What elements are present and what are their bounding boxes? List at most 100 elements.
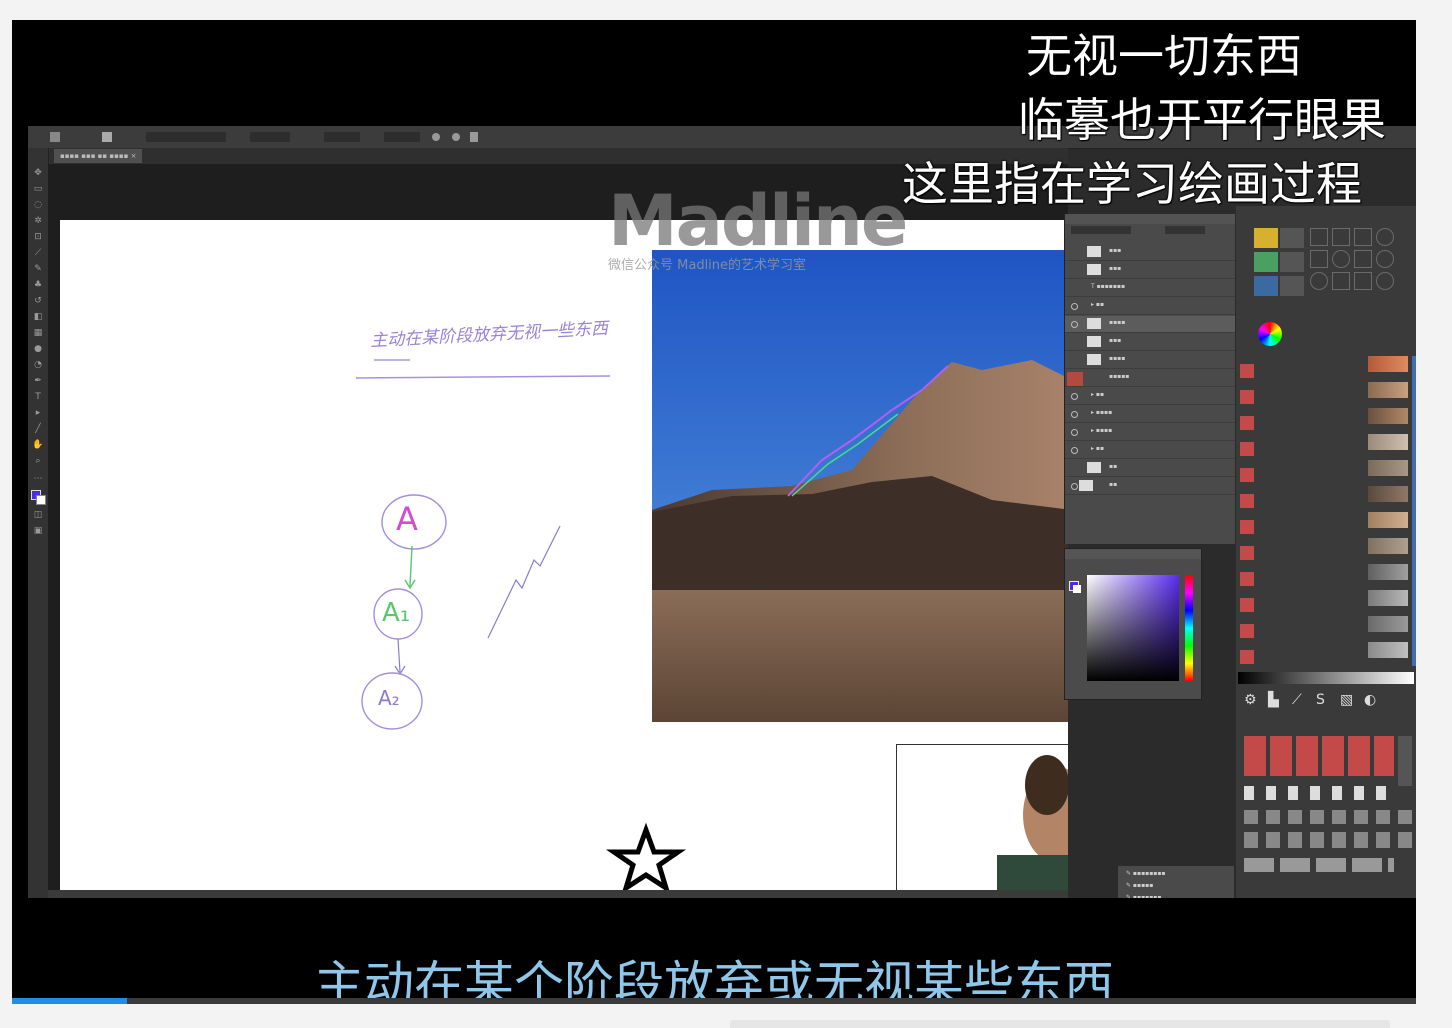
shape-ellipse-icon[interactable] (1376, 250, 1394, 268)
canvas-area[interactable]: 主动在某阶段放弃无视一些东西 A A₁ A₂ Madline 微信公众号 Mad… (48, 164, 1068, 890)
brush-preset[interactable] (1368, 356, 1408, 372)
path-select-icon[interactable]: ▸ (32, 408, 44, 418)
gray-ramp[interactable] (1238, 672, 1414, 684)
brush-preset[interactable] (1368, 486, 1408, 502)
layer-row[interactable]: ▸ ▪▪▪▪ (1065, 424, 1235, 441)
brush-preset[interactable] (1368, 538, 1408, 554)
quick-mask-icon[interactable]: ◫ (32, 510, 44, 520)
history-item[interactable]: ✎ ▪▪▪▪▪ (1126, 882, 1153, 889)
layer-row[interactable]: ▸ ▪▪ (1065, 388, 1235, 405)
shape-ellipse-icon[interactable] (1376, 228, 1394, 246)
background-color-swatch[interactable] (36, 495, 46, 505)
filter-buttons[interactable] (1244, 736, 1394, 776)
shape-ellipse-icon[interactable] (1310, 272, 1328, 290)
tool-row[interactable] (1244, 810, 1414, 824)
pen-tool-icon[interactable]: ✒ (32, 376, 44, 386)
lasso-tool-icon[interactable]: ◌ (32, 200, 44, 210)
brush-slot-button[interactable] (1240, 572, 1254, 586)
gradient-map-icon[interactable]: ▧ (1340, 692, 1353, 708)
layer-row[interactable]: ▸ ▪▪ (1065, 442, 1235, 459)
s-curve-icon[interactable]: S (1316, 692, 1325, 708)
layer-row[interactable]: T ▪▪▪▪▪▪▪ (1065, 280, 1235, 297)
screen-mode-icon[interactable]: ▣ (32, 526, 44, 536)
brush-slot-button[interactable] (1240, 442, 1254, 456)
tool-row[interactable] (1244, 832, 1414, 848)
swatch-gray[interactable] (1280, 252, 1304, 272)
zoom-tool-icon[interactable]: ⌕ (32, 456, 44, 466)
swatch-blue[interactable] (1254, 276, 1278, 296)
brush-slot-button[interactable] (1240, 494, 1254, 508)
brush-preset[interactable] (1368, 460, 1408, 476)
shape-line-icon[interactable] (1310, 228, 1328, 246)
video-player[interactable]: ▪▪▪▪ ▪▪▪ ▪▪ ▪▪▪▪ × ✥ ▭ ◌ ✲ ⊡ ⟋ ✎ ♣ ↺ ◧ ▦… (12, 20, 1416, 998)
color-wheel-icon[interactable] (1258, 322, 1282, 346)
brush-preset[interactable] (1368, 590, 1408, 606)
swatch-gray[interactable] (1280, 228, 1304, 248)
settings-icon[interactable]: ⚙ (1244, 692, 1257, 708)
opacity-field[interactable] (1165, 226, 1205, 234)
history-item[interactable]: ✎ ▪▪▪▪▪▪▪ (1126, 894, 1161, 898)
shape-rect-icon[interactable] (1354, 228, 1372, 246)
swatch-yellow[interactable] (1254, 228, 1278, 248)
swatch-gray[interactable] (1280, 276, 1304, 296)
blend-mode-select[interactable] (1071, 226, 1131, 234)
layer-row[interactable]: ▪▪ (1065, 460, 1235, 477)
brush-preset[interactable] (1368, 642, 1408, 658)
color-picker-field[interactable] (1087, 575, 1179, 681)
brush-slot-button[interactable] (1240, 546, 1254, 560)
shape-star-icon[interactable] (1332, 272, 1350, 290)
bw-icon[interactable]: ◐ (1364, 692, 1376, 708)
brush-slot-button[interactable] (1240, 624, 1254, 638)
scroll-strip[interactable] (1412, 356, 1416, 666)
gradient-tool-icon[interactable]: ▦ (32, 328, 44, 338)
brush-slot-button[interactable] (1240, 416, 1254, 430)
crop-tool-icon[interactable]: ⊡ (32, 232, 44, 242)
layer-row[interactable]: ▸ ▪▪▪▪ (1065, 406, 1235, 423)
hand-tool-icon[interactable]: ✋ (32, 440, 44, 450)
shape-ellipse-icon[interactable] (1332, 250, 1350, 268)
more-tools-icon[interactable]: ⋯ (32, 474, 44, 484)
hue-slider[interactable] (1185, 575, 1193, 681)
history-item[interactable]: ✎ ▪▪▪▪▪▪▪▪ (1126, 870, 1165, 877)
bg-color-mini[interactable] (1073, 585, 1081, 593)
brush-slot-button[interactable] (1240, 520, 1254, 534)
tool-row[interactable] (1244, 858, 1394, 872)
brush-slot-button[interactable] (1240, 650, 1254, 664)
stamp-tool-icon[interactable]: ♣ (32, 280, 44, 290)
levels-icon[interactable]: ▙ (1268, 692, 1279, 708)
wand-tool-icon[interactable]: ✲ (32, 216, 44, 226)
blur-tool-icon[interactable]: ● (32, 344, 44, 354)
layer-row[interactable]: ▪▪▪▪▪ (1065, 370, 1235, 387)
brush-preset[interactable] (1368, 616, 1408, 632)
move-tool-icon[interactable]: ✥ (32, 168, 44, 178)
brush-preset[interactable] (1368, 382, 1408, 398)
shape-ellipse-icon[interactable] (1376, 272, 1394, 290)
brush-slot-button[interactable] (1240, 390, 1254, 404)
type-tool-icon[interactable]: T (32, 392, 44, 402)
document-tab[interactable]: ▪▪▪▪ ▪▪▪ ▪▪ ▪▪▪▪ × (54, 149, 143, 163)
history-brush-icon[interactable]: ↺ (32, 296, 44, 306)
transform-buttons[interactable] (1244, 786, 1394, 800)
layer-row[interactable]: ▪▪▪ (1065, 334, 1235, 351)
curves-icon[interactable]: ⟋ (1292, 692, 1302, 708)
brush-slot-button[interactable] (1240, 598, 1254, 612)
filter-tab[interactable] (1398, 736, 1412, 786)
layer-row[interactable]: ▪▪▪ (1065, 244, 1235, 261)
layer-row[interactable]: ▪▪▪▪ (1065, 352, 1235, 369)
layer-row[interactable]: ▪▪▪ (1065, 262, 1235, 279)
layer-row[interactable]: ▪▪ (1065, 478, 1235, 495)
brush-slot-button[interactable] (1240, 364, 1254, 378)
shape-line-icon[interactable] (1332, 228, 1350, 246)
eraser-tool-icon[interactable]: ◧ (32, 312, 44, 322)
shape-rect-icon[interactable] (1310, 250, 1328, 268)
brush-preset[interactable] (1368, 512, 1408, 528)
eyedropper-tool-icon[interactable]: ⟋ (32, 248, 44, 258)
swatch-green[interactable] (1254, 252, 1278, 272)
layer-row[interactable]: ▸ ▪▪ (1065, 298, 1235, 315)
progress-bar[interactable] (12, 998, 1416, 1004)
brush-preset[interactable] (1368, 564, 1408, 580)
brush-preset[interactable] (1368, 408, 1408, 424)
brush-tool-icon[interactable]: ✎ (32, 264, 44, 274)
shape-pen-icon[interactable] (1354, 272, 1372, 290)
line-tool-icon[interactable]: ╱ (32, 424, 44, 434)
